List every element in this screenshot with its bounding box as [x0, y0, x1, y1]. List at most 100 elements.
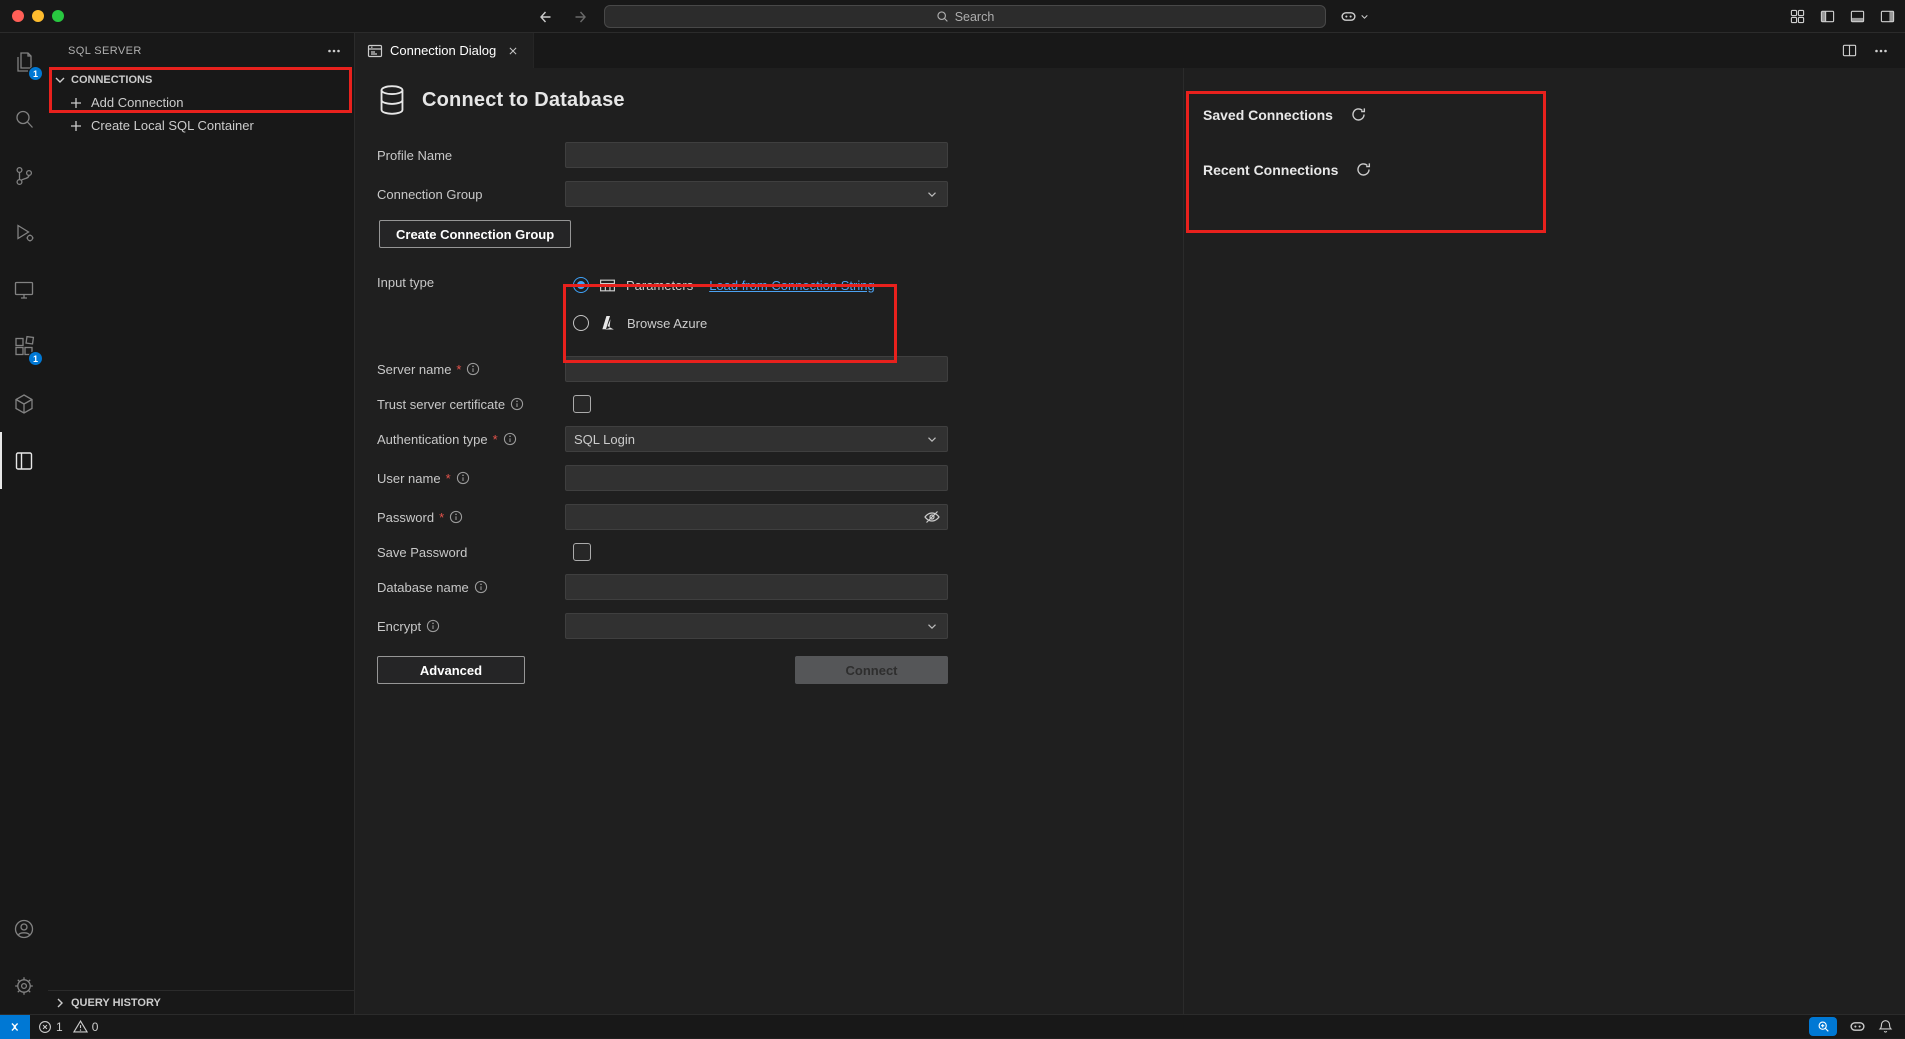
close-window-button[interactable] [12, 10, 24, 22]
info-icon[interactable] [474, 580, 488, 594]
database-name-input[interactable] [565, 574, 948, 600]
info-icon[interactable] [449, 510, 463, 524]
sidebar-item-create-local-sql-container[interactable]: Create Local SQL Container [48, 114, 354, 137]
info-icon[interactable] [426, 619, 440, 633]
saved-connections-label: Saved Connections [1203, 107, 1333, 123]
layout-grid-icon[interactable] [1790, 9, 1805, 24]
bell-icon[interactable] [1878, 1019, 1893, 1034]
info-icon[interactable] [456, 471, 470, 485]
info-icon[interactable] [503, 432, 517, 446]
user-name-label: User name [377, 471, 441, 486]
activitybar-item-accounts[interactable] [0, 900, 48, 957]
activitybar-item-settings[interactable] [0, 957, 48, 1014]
activitybar-item-sql-server[interactable] [0, 432, 48, 489]
activitybar-item-extensions[interactable]: 1 [0, 318, 48, 375]
connection-dialog-form: Connect to Database Profile Name Connect… [355, 68, 1183, 1014]
parameters-radio[interactable] [573, 277, 589, 293]
server-name-input[interactable] [565, 356, 948, 382]
window-controls [0, 10, 64, 22]
sidebar-section-connections[interactable]: CONNECTIONS [48, 68, 354, 91]
sidebar-sql-server: SQL SERVER CONNECTIONS Add Connection Cr… [48, 33, 355, 1014]
encrypt-label: Encrypt [377, 619, 421, 634]
save-password-checkbox[interactable] [573, 543, 591, 561]
activitybar-item-source-control[interactable] [0, 147, 48, 204]
authentication-type-dropdown[interactable]: SQL Login [565, 426, 948, 452]
split-editor-icon[interactable] [1842, 43, 1857, 58]
refresh-icon[interactable] [1350, 106, 1367, 123]
authentication-type-label: Authentication type [377, 432, 488, 447]
minimize-window-button[interactable] [32, 10, 44, 22]
user-name-input[interactable] [565, 465, 948, 491]
create-connection-group-button[interactable]: Create Connection Group [379, 220, 571, 248]
browse-azure-radio[interactable] [573, 315, 589, 331]
toggle-sidebar-icon[interactable] [1820, 9, 1835, 24]
plus-icon [68, 118, 84, 134]
required-marker: * [439, 510, 444, 525]
explorer-badge: 1 [28, 66, 43, 81]
copilot-menu[interactable] [1340, 0, 1369, 33]
remote-explorer-icon [12, 278, 36, 302]
section-label: QUERY HISTORY [71, 997, 161, 1009]
sidebar-item-add-connection[interactable]: Add Connection [48, 91, 354, 114]
save-password-label: Save Password [377, 545, 467, 560]
activitybar-item-remote-explorer[interactable] [0, 261, 48, 318]
info-icon[interactable] [466, 362, 480, 376]
advanced-button[interactable]: Advanced [377, 656, 525, 684]
sidebar-section-query-history[interactable]: QUERY HISTORY [48, 991, 354, 1014]
forward-arrow-icon[interactable] [574, 9, 590, 25]
refresh-icon[interactable] [1355, 161, 1372, 178]
database-name-label: Database name [377, 580, 469, 595]
copilot-status-icon[interactable] [1849, 1018, 1866, 1035]
tab-label: Connection Dialog [390, 43, 496, 58]
required-marker: * [493, 432, 498, 447]
activity-bar: 1 1 [0, 33, 48, 1014]
editor-more-actions-icon[interactable] [1873, 43, 1889, 59]
info-icon[interactable] [510, 397, 524, 411]
activitybar-item-containers[interactable] [0, 375, 48, 432]
toggle-secondary-sidebar-icon[interactable] [1880, 9, 1895, 24]
sql-server-icon [12, 449, 36, 473]
chevron-down-icon [1360, 12, 1369, 21]
parameters-radio-label[interactable]: Parameters [626, 278, 693, 293]
password-label: Password [377, 510, 434, 525]
connect-button[interactable]: Connect [795, 656, 948, 684]
settings-gear-icon [12, 974, 36, 998]
back-arrow-icon[interactable] [536, 9, 552, 25]
database-icon [377, 84, 407, 116]
eye-off-icon[interactable] [923, 508, 941, 526]
password-input[interactable] [565, 504, 948, 530]
chevron-down-icon [52, 72, 68, 88]
close-icon[interactable] [503, 41, 523, 61]
more-actions-icon[interactable] [326, 43, 342, 59]
connection-dialog-icon [367, 43, 383, 59]
source-control-icon [12, 164, 36, 188]
activitybar-item-explorer[interactable]: 1 [0, 33, 48, 90]
server-name-label: Server name [377, 362, 451, 377]
warning-icon [73, 1019, 88, 1034]
profile-name-input[interactable] [565, 142, 948, 168]
copilot-icon [1340, 8, 1357, 25]
search-placeholder: Search [955, 10, 995, 24]
toggle-panel-icon[interactable] [1850, 9, 1865, 24]
zoom-window-button[interactable] [52, 10, 64, 22]
browse-azure-radio-label[interactable]: Browse Azure [627, 316, 707, 331]
chevron-down-icon [925, 187, 939, 201]
trust-server-certificate-checkbox[interactable] [573, 395, 591, 413]
search-icon [12, 107, 36, 131]
accounts-icon [12, 917, 36, 941]
problems-status[interactable]: 1 0 [30, 1019, 112, 1034]
run-debug-icon [12, 221, 36, 245]
command-center-search[interactable]: Search [604, 5, 1326, 28]
containers-icon [12, 392, 36, 416]
encrypt-dropdown[interactable] [565, 613, 948, 639]
extensions-badge: 1 [28, 351, 43, 366]
remote-indicator[interactable] [0, 1015, 30, 1039]
item-label: Create Local SQL Container [91, 118, 254, 133]
connection-group-label: Connection Group [377, 187, 483, 202]
tab-connection-dialog[interactable]: Connection Dialog [355, 33, 534, 68]
load-from-connection-string-link[interactable]: Load from Connection String [709, 278, 874, 293]
connection-group-dropdown[interactable] [565, 181, 948, 207]
zoom-status-button[interactable] [1809, 1017, 1837, 1036]
activitybar-item-run-debug[interactable] [0, 204, 48, 261]
activitybar-item-search[interactable] [0, 90, 48, 147]
